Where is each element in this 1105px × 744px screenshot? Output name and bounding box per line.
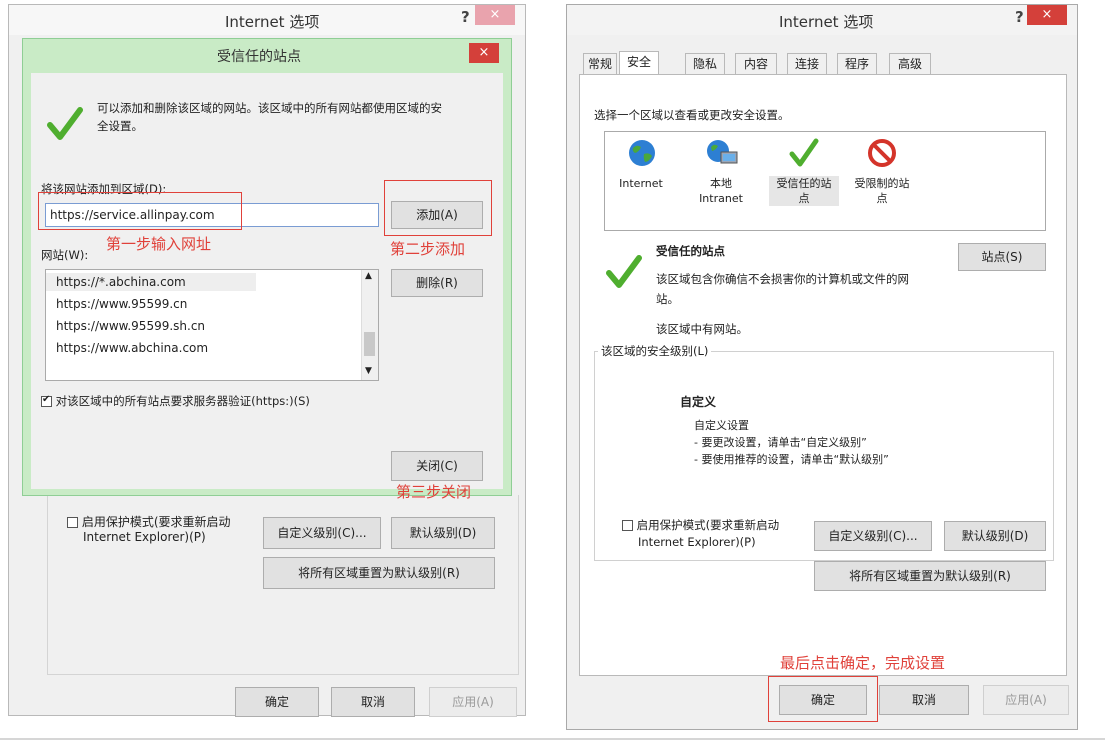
chevron-down-icon[interactable]: ▼ xyxy=(365,366,372,376)
website-list-item[interactable]: https://*.abchina.com xyxy=(46,273,256,291)
zone-description-line-1: 该区域包含你确信不会损害你的计算机或文件的网 xyxy=(656,272,909,286)
description-line-1: 可以添加和删除该区域的网站。该区域中的所有网站都使用区域的安 xyxy=(97,101,442,115)
zone-internet-label: Internet xyxy=(619,177,663,190)
chevron-up-icon[interactable]: ▲ xyxy=(365,271,372,281)
security-level-label: 该区域的安全级别(L) xyxy=(598,343,712,359)
custom-level-desc: 自定义设置 - 要更改设置，请单击“自定义级别” - 要使用推荐的设置，请单击“… xyxy=(694,417,889,468)
websites-label: 网站(W): xyxy=(41,248,89,262)
tab-connections[interactable]: 连接 xyxy=(787,53,827,75)
zone-internet[interactable]: Internet xyxy=(613,136,669,226)
left-help-button[interactable]: ? xyxy=(461,8,470,26)
websites-listbox[interactable]: https://*.abchina.com https://www.95599.… xyxy=(45,269,379,381)
restricted-icon xyxy=(868,139,896,167)
protected-mode-checkbox-row[interactable]: 启用保护模式(要求重新启动 Internet Explorer)(P) xyxy=(622,517,822,551)
trusted-dialog-body: 可以添加和删除该区域的网站。该区域中的所有网站都使用区域的安 全设置。 将该网站… xyxy=(31,73,503,489)
website-list-item[interactable]: https://www.abchina.com xyxy=(46,339,208,357)
websites-scrollbar[interactable]: ▲ ▼ xyxy=(361,270,378,380)
website-list-item[interactable]: https://www.95599.sh.cn xyxy=(46,317,205,335)
check-icon xyxy=(47,107,83,140)
https-verification-label: 对该区域中的所有站点要求服务器验证(https:)(S) xyxy=(55,394,310,408)
custom-desc-line-2: - 要更改设置，请单击“自定义级别” xyxy=(694,436,867,449)
step1-highlight-box xyxy=(38,192,242,230)
left-window-title: Internet 选项 xyxy=(225,13,320,31)
description-line-2: 全设置。 xyxy=(97,119,143,133)
tab-security[interactable]: 安全 xyxy=(619,51,659,75)
remove-site-button[interactable]: 删除(R) xyxy=(391,269,483,297)
zone-intranet-label: 本地 Intranet xyxy=(699,177,743,205)
left-close-button[interactable]: × xyxy=(475,5,515,25)
right-help-button[interactable]: ? xyxy=(1015,8,1024,26)
tab-content[interactable]: 内容 xyxy=(735,53,777,75)
zone-selector[interactable]: Internet 本地 Intranet 受信任的站 点 受限制的站 点 xyxy=(604,131,1046,231)
custom-desc-line-3: - 要使用推荐的设置，请单击“默认级别” xyxy=(694,453,889,466)
trusted-dialog-description: 可以添加和删除该区域的网站。该区域中的所有网站都使用区域的安 全设置。 xyxy=(97,99,497,135)
intranet-icon xyxy=(707,140,738,164)
left-apply-button[interactable]: 应用(A) xyxy=(429,687,517,717)
step2-highlight-box xyxy=(384,180,492,236)
custom-level-button[interactable]: 自定义级别(C)... xyxy=(814,521,932,551)
zone-trusted-label: 受信任的站 点 xyxy=(769,176,839,206)
scrollbar-thumb[interactable] xyxy=(364,332,375,356)
custom-level-title: 自定义 xyxy=(680,395,717,409)
tab-privacy[interactable]: 隐私 xyxy=(685,53,725,75)
protected-mode-label-1: 启用保护模式(要求重新启动 xyxy=(636,518,780,532)
trusted-sites-dialog: 受信任的站点 × 可以添加和删除该区域的网站。该区域中的所有网站都使用区域的安 … xyxy=(22,38,512,496)
ok-highlight-box xyxy=(768,676,878,722)
apply-button[interactable]: 应用(A) xyxy=(983,685,1069,715)
left-content-frame-bottom xyxy=(47,495,519,675)
right-close-button[interactable]: × xyxy=(1027,5,1067,25)
zone-restricted-label: 受限制的站 点 xyxy=(854,177,910,205)
check-icon xyxy=(789,138,819,167)
trusted-zone-check-icon xyxy=(606,255,642,288)
tab-general[interactable]: 常规 xyxy=(583,53,617,75)
zone-trusted-sites[interactable]: 受信任的站 点 xyxy=(769,136,839,226)
left-titlebar: Internet 选项 ? × xyxy=(9,5,525,35)
tab-programs[interactable]: 程序 xyxy=(837,53,877,75)
custom-desc-line-1: 自定义设置 xyxy=(694,419,749,432)
default-level-button[interactable]: 默认级别(D) xyxy=(944,521,1046,551)
protected-mode-checkbox[interactable] xyxy=(622,520,633,531)
zone-restricted-sites[interactable]: 受限制的站 点 xyxy=(847,136,917,226)
final-annotation: 最后点击确定，完成设置 xyxy=(780,654,946,672)
trusted-dialog-title: 受信任的站点 xyxy=(217,49,301,65)
trusted-close-button[interactable]: 关闭(C) xyxy=(391,451,483,481)
zone-local-intranet[interactable]: 本地 Intranet xyxy=(691,136,751,226)
right-window-title: Internet 选项 xyxy=(779,13,874,31)
step3-annotation: 第三步关闭 xyxy=(396,483,472,501)
right-titlebar: Internet 选项 ? × xyxy=(567,5,1077,35)
step2-annotation: 第二步添加 xyxy=(390,240,466,258)
right-internet-options-window: Internet 选项 ? × 常规 安全 隐私 内容 连接 程序 高级 选择一… xyxy=(566,4,1078,730)
globe-icon xyxy=(629,140,655,166)
trusted-dialog-titlebar: 受信任的站点 × xyxy=(23,39,511,69)
bottom-divider xyxy=(0,738,1105,740)
left-cancel-button[interactable]: 取消 xyxy=(331,687,415,717)
security-tab-page: 选择一个区域以查看或更改安全设置。 Internet 本地 Intranet 受… xyxy=(579,74,1067,676)
zone-title: 受信任的站点 xyxy=(656,244,725,258)
tab-advanced[interactable]: 高级 xyxy=(889,53,931,75)
zone-description-line-2: 站。 xyxy=(656,292,679,306)
protected-mode-label-2: Internet Explorer)(P) xyxy=(638,535,756,549)
trusted-dialog-close-button[interactable]: × xyxy=(469,43,499,63)
website-list-item[interactable]: https://www.95599.cn xyxy=(46,295,187,313)
https-verification-row[interactable]: 对该区域中的所有站点要求服务器验证(https:)(S) xyxy=(41,393,310,409)
left-ok-button[interactable]: 确定 xyxy=(235,687,319,717)
step1-annotation: 第一步输入网址 xyxy=(106,235,212,253)
zone-has-sites-text: 该区域中有网站。 xyxy=(656,322,748,336)
zone-description: 该区域包含你确信不会损害你的计算机或文件的网 站。 xyxy=(656,269,966,309)
cancel-button[interactable]: 取消 xyxy=(879,685,969,715)
reset-all-zones-button[interactable]: 将所有区域重置为默认级别(R) xyxy=(814,561,1046,591)
select-zone-text: 选择一个区域以查看或更改安全设置。 xyxy=(594,108,790,122)
https-verification-checkbox[interactable] xyxy=(41,394,52,407)
sites-button[interactable]: 站点(S) xyxy=(958,243,1046,271)
